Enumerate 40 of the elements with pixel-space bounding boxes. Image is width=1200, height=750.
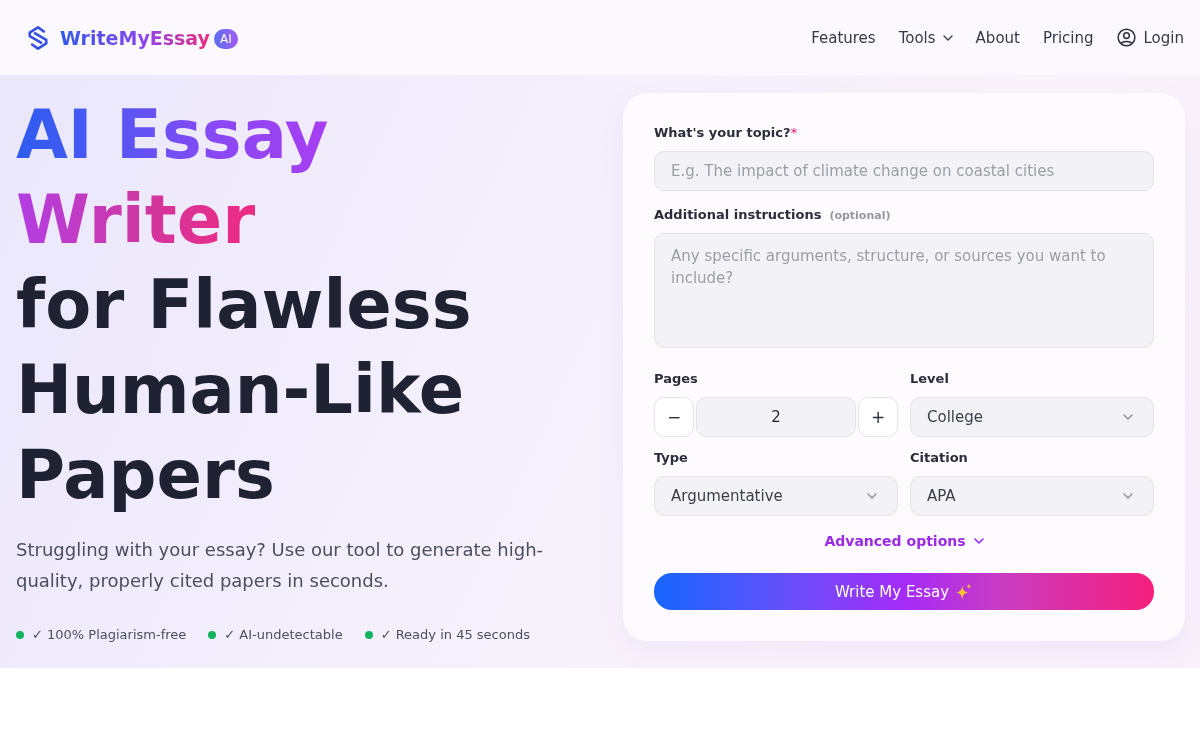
logo-icon	[26, 24, 50, 51]
hero-heading: AI Essay Writer for Flawless Human-Like Papers	[16, 95, 473, 516]
increment-button[interactable]: +	[858, 397, 898, 437]
login-link[interactable]: Login	[1116, 28, 1184, 47]
field-label: What's your topic?	[654, 124, 791, 142]
sparkle-icon	[955, 582, 974, 601]
field-label: Pages	[654, 370, 698, 388]
write-essay-button[interactable]: Write My Essay	[654, 573, 1154, 610]
topic-input[interactable]: E.g. The impact of climate change on coastal cities	[654, 151, 1154, 191]
chevron-down-icon	[973, 538, 984, 544]
dropdown-field[interactable]: APA	[910, 476, 1154, 516]
status-dot-icon	[364, 631, 373, 639]
hero-subtitle: Struggling with your essay? Use our tool to generate high-quality, properly cited papers in seconds.	[16, 538, 545, 593]
chevron-down-icon	[867, 493, 877, 499]
chevron-down-icon	[1123, 414, 1133, 420]
field-label: Type	[654, 449, 688, 467]
chevron-down-icon	[1123, 493, 1133, 499]
feature-text: ✓ Ready in 45 seconds	[380, 626, 530, 644]
user-icon	[1116, 28, 1136, 47]
nav-link[interactable]: Features	[811, 28, 876, 47]
nav-link[interactable]: Pricing	[1042, 28, 1094, 47]
nav-menu[interactable]: Tools	[898, 28, 953, 47]
nav-link[interactable]: About	[975, 28, 1020, 47]
dropdown-field[interactable]: College	[910, 397, 1154, 437]
required-mark: *	[790, 124, 798, 142]
chevron-down-icon	[942, 34, 953, 41]
feature-text: ✓ 100% Plagiarism-free	[32, 626, 187, 644]
optional-hint: (optional)	[829, 209, 891, 222]
field-label: Level	[910, 370, 949, 388]
advanced-options-toggle[interactable]: Advanced options	[824, 531, 984, 551]
feature-text: ✓ AI-undetectable	[224, 626, 343, 644]
ai-badge: AI	[214, 28, 238, 49]
field-label: Additional instructions	[654, 206, 822, 224]
pages-input[interactable]: 2	[696, 397, 856, 437]
field-label: Citation	[910, 449, 968, 467]
status-dot-icon	[16, 631, 24, 639]
status-dot-icon	[208, 631, 217, 639]
decrement-button[interactable]: −	[654, 397, 694, 437]
instructions-textarea[interactable]: Any specific arguments, structure, or sources you want to include?	[654, 233, 1154, 348]
dropdown-field[interactable]: Argumentative	[654, 476, 898, 516]
